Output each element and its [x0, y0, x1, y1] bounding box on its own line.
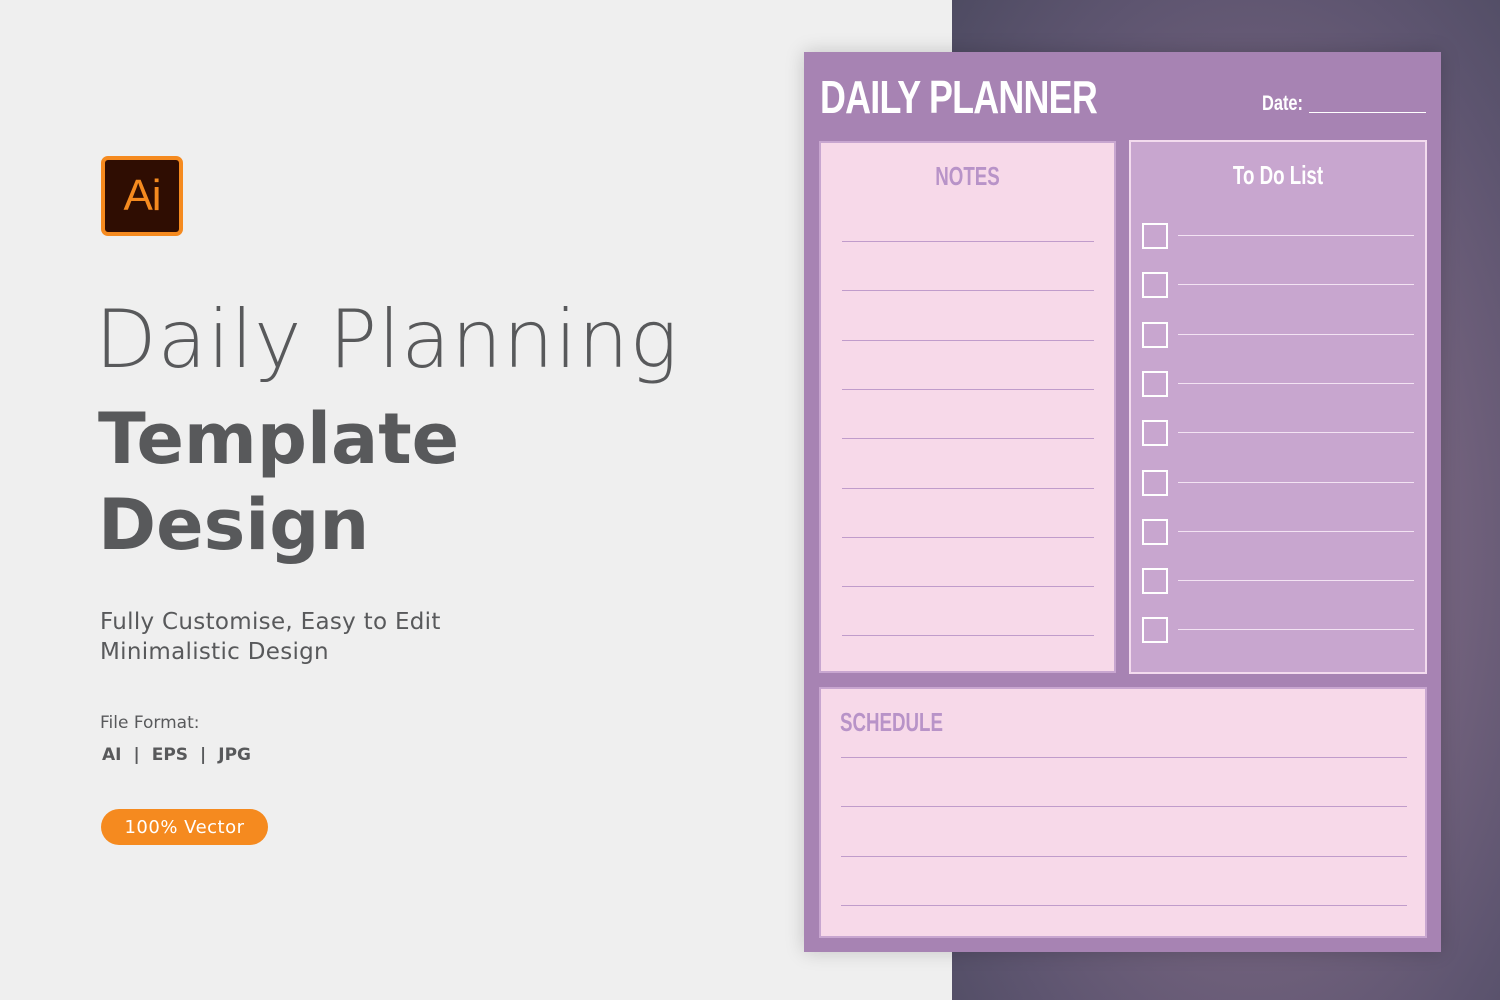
- todo-title: To Do List: [1232, 160, 1324, 190]
- file-format-label: File Format:: [100, 713, 200, 733]
- date-label: Date:: [1262, 92, 1303, 115]
- adobe-illustrator-icon: Ai: [101, 156, 183, 236]
- todo-item: [1142, 617, 1414, 644]
- todo-line[interactable]: [1178, 629, 1414, 631]
- checkbox[interactable]: [1142, 469, 1168, 496]
- todo-item: [1142, 568, 1414, 595]
- todo-item: [1142, 518, 1414, 545]
- notes-line[interactable]: [842, 241, 1094, 242]
- file-format-list: AI | EPS | JPG: [102, 745, 251, 765]
- todo-panel: To Do List: [1129, 140, 1427, 674]
- checkbox[interactable]: [1142, 321, 1168, 348]
- checkbox[interactable]: [1142, 272, 1168, 299]
- todo-line[interactable]: [1178, 284, 1414, 286]
- planner-sheet: DAILY PLANNER Date: NOTES To Do List SCH…: [804, 52, 1441, 952]
- checkbox[interactable]: [1142, 370, 1168, 397]
- notes-line[interactable]: [842, 635, 1094, 637]
- schedule-line[interactable]: [841, 904, 1407, 906]
- format-eps: EPS: [151, 745, 189, 765]
- todo-line[interactable]: [1178, 481, 1414, 483]
- notes-panel: NOTES: [819, 141, 1116, 673]
- todo-line[interactable]: [1178, 432, 1414, 434]
- todo-item: [1142, 420, 1414, 447]
- schedule-title: SCHEDULE: [840, 707, 943, 737]
- notes-line[interactable]: [842, 388, 1094, 390]
- subtitle-line-1: Fully Customise, Easy to Edit: [100, 609, 441, 635]
- schedule-line[interactable]: [841, 806, 1407, 808]
- subtitle: Fully Customise, Easy to Edit Minimalist…: [100, 607, 441, 667]
- checkbox[interactable]: [1142, 223, 1168, 249]
- todo-line[interactable]: [1178, 530, 1414, 532]
- notes-line[interactable]: [842, 290, 1094, 292]
- todo-item: [1142, 469, 1414, 496]
- notes-line[interactable]: [842, 536, 1094, 538]
- todo-item: [1142, 272, 1414, 299]
- vector-badge: 100% Vector: [101, 809, 268, 845]
- todo-item: [1142, 370, 1414, 397]
- todo-line[interactable]: [1178, 382, 1414, 384]
- notes-line[interactable]: [842, 586, 1094, 588]
- schedule-panel: SCHEDULE: [819, 687, 1427, 938]
- format-jpg: JPG: [218, 745, 251, 765]
- format-separator: |: [200, 745, 207, 765]
- todo-item: [1142, 223, 1414, 249]
- checkbox[interactable]: [1142, 617, 1168, 644]
- headline-light: Daily Planning: [95, 293, 679, 386]
- schedule-line[interactable]: [841, 757, 1407, 758]
- format-ai: AI: [102, 745, 122, 765]
- planner-title: DAILY PLANNER: [820, 71, 1098, 123]
- checkbox[interactable]: [1142, 518, 1168, 545]
- notes-line[interactable]: [842, 339, 1094, 341]
- checkbox[interactable]: [1142, 420, 1168, 447]
- headline-bold-2: Design: [98, 484, 370, 566]
- todo-line[interactable]: [1178, 333, 1414, 335]
- schedule-line[interactable]: [841, 855, 1407, 857]
- format-separator: |: [133, 745, 140, 765]
- notes-title: NOTES: [935, 161, 1000, 191]
- date-line: [1309, 112, 1426, 113]
- checkbox[interactable]: [1142, 568, 1168, 595]
- subtitle-line-2: Minimalistic Design: [100, 639, 329, 665]
- todo-line[interactable]: [1178, 235, 1414, 236]
- notes-line[interactable]: [842, 438, 1094, 440]
- todo-line[interactable]: [1178, 580, 1414, 582]
- todo-item: [1142, 321, 1414, 348]
- notes-line[interactable]: [842, 487, 1094, 489]
- headline-bold-1: Template: [98, 398, 460, 480]
- ai-logo-text: Ai: [123, 171, 161, 220]
